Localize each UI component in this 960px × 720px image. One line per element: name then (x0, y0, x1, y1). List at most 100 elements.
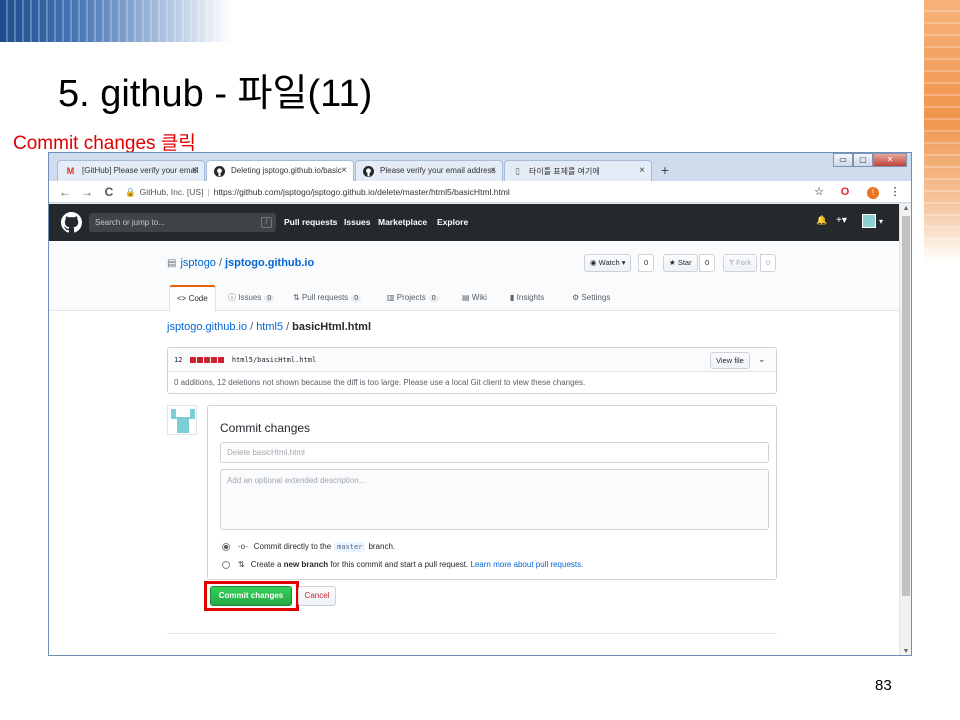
browser-tab-deleting[interactable]: Deleting jsptogo.github.io/basic × (206, 160, 354, 181)
repo-owner-link[interactable]: jsptogo (180, 257, 215, 269)
user-avatar[interactable] (862, 214, 876, 228)
window-controls: ▭ ▢ ✕ (833, 153, 907, 167)
commit-summary-input[interactable]: Delete basicHtml.html (220, 442, 769, 463)
cancel-button[interactable]: Cancel (298, 586, 336, 606)
forward-icon[interactable]: → (79, 184, 95, 200)
tab-projects[interactable]: ▥ Projects 0 (387, 285, 439, 311)
browser-tab-gmail[interactable]: M [GitHub] Please verify your email × (57, 160, 205, 181)
github-search-input[interactable]: Search or jump to... / (89, 213, 276, 232)
browser-window: M [GitHub] Please verify your email × De… (48, 152, 912, 656)
notification-bell-icon[interactable]: 🔔 (816, 215, 827, 226)
lock-icon: 🔒 (125, 187, 136, 197)
repo-title: ▤ jsptogo / jsptogo.github.io (167, 257, 315, 269)
nav-marketplace[interactable]: Marketplace (378, 217, 427, 227)
browser-toolbar: ← → C 🔒 GitHub, Inc. [US] | https://github.… (49, 181, 911, 203)
browser-tab-title[interactable]: ▯ 타이틀 표제를 여기에 × (504, 160, 652, 181)
create-new-plus-icon[interactable]: +▾ (836, 215, 847, 226)
graph-icon: ▮ (510, 293, 515, 302)
slash-key-hint: / (261, 217, 272, 228)
github-icon (214, 166, 225, 177)
close-icon[interactable]: × (341, 165, 347, 176)
github-header: Search or jump to... / Pull requests Iss… (49, 204, 901, 241)
repo-name-link[interactable]: jsptogo.github.io (225, 257, 314, 269)
project-icon: ▥ (387, 293, 395, 302)
breadcrumb-file: basicHtml.html (292, 321, 372, 333)
tab-settings[interactable]: ⚙ Settings (572, 285, 610, 311)
commit-description-textarea[interactable]: Add an optional extended description… (220, 469, 769, 530)
new-tab-button[interactable]: + (657, 162, 673, 178)
tab-label: Please verify your email address (380, 166, 496, 175)
watch-count[interactable]: 0 (638, 254, 655, 272)
learn-more-link[interactable]: Learn more about pull requests. (470, 560, 583, 569)
maximize-button[interactable]: ▢ (853, 153, 873, 167)
avatar-caret-icon[interactable]: ▾ (879, 217, 883, 226)
pull-request-icon: ⇅ (238, 560, 245, 569)
decorative-banner-right (924, 0, 960, 262)
nav-pull-requests[interactable]: Pull requests (284, 217, 337, 227)
github-logo-icon[interactable] (61, 212, 82, 233)
fork-count[interactable]: 0 (760, 254, 777, 272)
address-bar[interactable]: 🔒 GitHub, Inc. [US] | https://github.com/js… (125, 184, 795, 200)
scrollbar-thumb[interactable] (902, 216, 910, 596)
watch-button[interactable]: ◉ Watch ▾ (584, 254, 632, 272)
scroll-up-icon[interactable]: ▲ (900, 204, 911, 214)
view-file-button[interactable]: View file (710, 352, 750, 369)
star-icon: ★ (669, 258, 678, 267)
repo-book-icon: ▤ (167, 258, 177, 269)
back-icon[interactable]: ← (57, 184, 73, 200)
tab-label: [GitHub] Please verify your email (82, 166, 199, 175)
repo-header: ▤ jsptogo / jsptogo.github.io ◉ Watch ▾ 0 ★… (49, 241, 901, 312)
page-icon: ▯ (515, 166, 520, 176)
commit-author-avatar (167, 405, 197, 435)
chevron-down-icon[interactable]: ⌄ (758, 354, 766, 365)
menu-icon[interactable]: ⋮ (887, 184, 903, 200)
page-viewport: Search or jump to... / Pull requests Iss… (49, 204, 901, 655)
reload-icon[interactable]: C (101, 184, 117, 200)
github-icon (363, 166, 374, 177)
window-close-button[interactable]: ✕ (873, 153, 907, 167)
radio-new-branch[interactable] (222, 560, 230, 569)
close-icon[interactable]: × (490, 165, 496, 176)
branch-name: master (334, 542, 366, 552)
divider (167, 633, 777, 634)
eye-icon: ◉ (590, 258, 599, 267)
tab-code[interactable]: <> Code (169, 285, 216, 312)
bookmark-star-icon[interactable]: ☆ (811, 184, 827, 200)
diff-file-header: 12 html5/basicHtml.html View file ⌄ (168, 348, 776, 372)
commit-form: Commit changes Delete basicHtml.html Add… (207, 405, 777, 580)
vertical-scrollbar[interactable]: ▲ ▼ (899, 204, 911, 655)
tab-pull-requests[interactable]: ⇅ Pull requests 0 (293, 285, 362, 311)
scroll-down-icon[interactable]: ▼ (900, 647, 911, 655)
commit-form-title: Commit changes (220, 421, 311, 435)
radio-commit-direct[interactable] (222, 542, 230, 551)
page-number: 83 (875, 677, 892, 694)
tab-insights[interactable]: ▮ Insights (510, 285, 544, 311)
opera-icon[interactable]: O (837, 184, 853, 200)
highlight-box (204, 581, 299, 611)
diff-count: 12 (174, 356, 183, 364)
breadcrumb-folder-link[interactable]: html5 (256, 321, 283, 333)
commit-direct-option[interactable]: -o- Commit directly to the master branch. (222, 542, 395, 552)
close-icon[interactable]: × (192, 165, 198, 176)
diff-stat: 12 html5/basicHtml.html (174, 356, 316, 364)
tab-issues[interactable]: ⓘ Issues 0 (228, 285, 275, 311)
url-text: https://github.com/jsptogo/jsptogo.githu… (213, 187, 510, 197)
tab-strip: M [GitHub] Please verify your email × De… (49, 153, 911, 181)
close-icon[interactable]: × (639, 165, 645, 176)
nav-explore[interactable]: Explore (437, 217, 468, 227)
star-button[interactable]: ★ Star (663, 254, 698, 272)
deletion-bar (189, 356, 225, 364)
browser-tab-verify[interactable]: Please verify your email address × (355, 160, 503, 181)
star-count[interactable]: 0 (699, 254, 716, 272)
nav-issues[interactable]: Issues (344, 217, 370, 227)
tab-label: 타이틀 표제를 여기에 (529, 167, 600, 176)
minimize-button[interactable]: ▭ (833, 153, 853, 167)
tab-label: Deleting jsptogo.github.io/basic (231, 166, 342, 175)
slide-title: 5. github - 파일(11) (58, 73, 373, 115)
commit-new-branch-option[interactable]: ⇅ Create a new branch for this commit and… (222, 560, 583, 569)
slide-instruction: Commit changes 클릭 (13, 133, 196, 154)
breadcrumb-root-link[interactable]: jsptogo.github.io (167, 321, 247, 333)
tab-wiki[interactable]: ▤ Wiki (462, 285, 487, 311)
profile-icon[interactable]: ! (865, 184, 881, 200)
fork-button[interactable]: Ɏ Fork (723, 254, 758, 272)
